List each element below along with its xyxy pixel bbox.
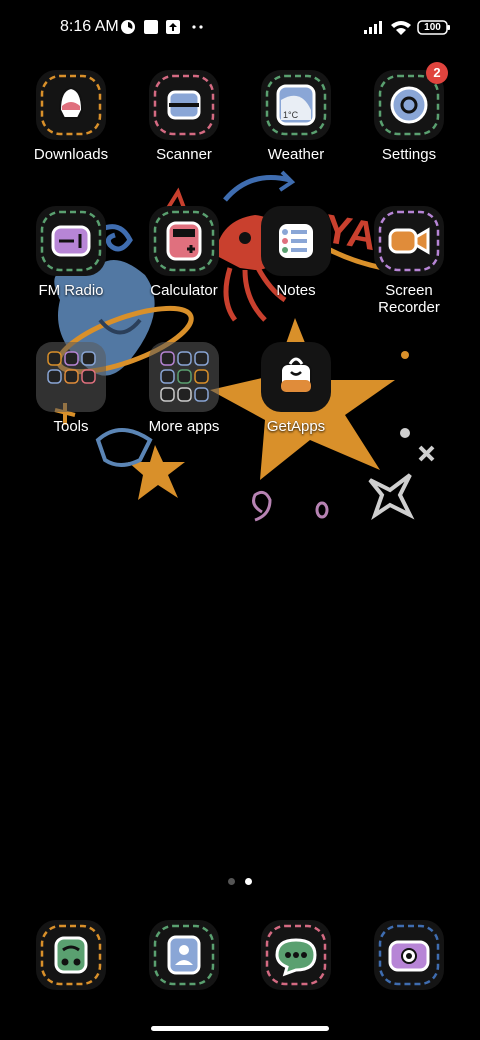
app-label: Screen Recorder: [378, 282, 440, 316]
app-getapps[interactable]: GetApps: [240, 342, 352, 435]
dock-contacts[interactable]: [128, 920, 240, 990]
weather-temperature: 1°C: [283, 110, 299, 120]
page-dot-active[interactable]: [245, 878, 252, 885]
app-notes[interactable]: Notes: [240, 206, 352, 299]
dock-phone[interactable]: [15, 920, 127, 990]
weather-icon: 1°C: [261, 70, 331, 140]
dock-camera[interactable]: [353, 920, 465, 990]
messages-icon: [261, 920, 331, 990]
app-label: Weather: [267, 146, 325, 163]
app-label: Calculator: [150, 282, 218, 299]
app-fm-radio[interactable]: FM Radio: [15, 206, 127, 299]
app-calculator[interactable]: Calculator: [128, 206, 240, 299]
app-weather[interactable]: 1°C Weather: [240, 70, 352, 163]
app-label: Downloads: [33, 146, 109, 163]
folder-tools[interactable]: Tools: [15, 342, 127, 435]
app-scanner[interactable]: Scanner: [128, 70, 240, 163]
settings-icon: 2: [374, 62, 448, 140]
camera-icon: [374, 920, 444, 990]
calculator-icon: [149, 206, 219, 276]
folder-more-apps[interactable]: More apps: [128, 342, 240, 435]
folder-icon: [36, 342, 106, 412]
scanner-icon: [149, 70, 219, 140]
app-label: Notes: [276, 282, 316, 299]
app-label: Tools: [53, 418, 89, 435]
contacts-icon: [149, 920, 219, 990]
radio-icon: [36, 206, 106, 276]
dock-messages[interactable]: [240, 920, 352, 990]
app-label: GetApps: [266, 418, 326, 435]
app-settings[interactable]: 2 Settings: [353, 62, 465, 163]
app-label: More apps: [148, 418, 220, 435]
gesture-navigation-bar[interactable]: [151, 1026, 329, 1031]
page-indicator: [0, 878, 480, 888]
app-downloads[interactable]: Downloads: [15, 70, 127, 163]
getapps-icon: [261, 342, 331, 412]
app-screen-recorder[interactable]: Screen Recorder: [353, 206, 465, 316]
folder-icon: [149, 342, 219, 412]
phone-icon: [36, 920, 106, 990]
notification-badge: 2: [426, 62, 448, 84]
app-label: Scanner: [156, 146, 212, 163]
app-label: FM Radio: [38, 282, 104, 299]
screen-recorder-icon: [374, 206, 444, 276]
notes-icon: [261, 206, 331, 276]
downloads-icon: [36, 70, 106, 140]
page-dot[interactable]: [228, 878, 235, 885]
app-label: Settings: [381, 146, 437, 163]
